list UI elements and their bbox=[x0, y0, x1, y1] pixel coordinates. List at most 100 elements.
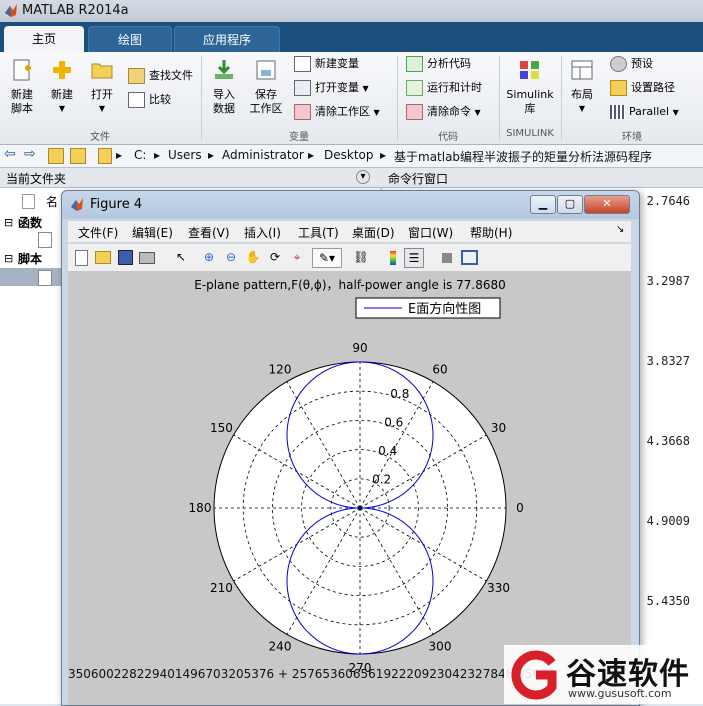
new-script-label: 新建 脚本 bbox=[11, 88, 33, 115]
selected-file-row[interactable] bbox=[0, 268, 62, 286]
chevron-down-icon: ▼ bbox=[58, 104, 66, 113]
tab-home[interactable]: 主页 bbox=[4, 26, 84, 52]
compare-button[interactable]: 比较 bbox=[128, 90, 171, 110]
up-folder-icon[interactable] bbox=[48, 148, 64, 164]
function-file-icon[interactable] bbox=[38, 232, 52, 248]
watermark: 谷速软件 www.gususoft.com bbox=[504, 645, 703, 704]
analyze-code-button[interactable]: 分析代码 bbox=[406, 54, 471, 74]
breadcrumb-administrator[interactable]: Administrator bbox=[222, 148, 304, 162]
group-label-simulink: SIMULINK bbox=[506, 128, 554, 139]
matlab-logo-icon bbox=[5, 4, 17, 17]
current-folder-header: 当前文件夹 bbox=[6, 172, 67, 186]
simulink-library-button[interactable]: Simulink 库 bbox=[504, 58, 556, 116]
breadcrumb-project-folder[interactable]: 基于matlab编程半波振子的矩量分析法源码程序 bbox=[394, 148, 652, 165]
legend-icon[interactable]: ☰ bbox=[404, 248, 424, 268]
link-plot-icon[interactable]: ⛓ bbox=[352, 248, 370, 266]
save-workspace-button[interactable]: 保存 工作区 bbox=[246, 58, 286, 116]
plus-icon bbox=[53, 61, 71, 79]
menu-window[interactable]: 窗口(W) bbox=[408, 224, 453, 241]
command-output-value: 4.3668 bbox=[646, 434, 690, 448]
forward-arrow-icon[interactable]: ⇨ bbox=[24, 146, 36, 162]
radial-tick-label: 0.2 bbox=[372, 472, 391, 486]
angle-tick-label: 60 bbox=[432, 362, 447, 376]
chevron-down-icon: ▼ bbox=[672, 108, 679, 117]
set-path-icon bbox=[610, 80, 627, 96]
clear-commands-button[interactable]: 清除命令 ▼ bbox=[406, 102, 481, 122]
menu-help[interactable]: 帮助(H) bbox=[470, 224, 512, 241]
import-data-button[interactable]: 导入 数据 bbox=[206, 58, 242, 116]
close-button[interactable]: ✕ bbox=[584, 195, 630, 214]
clear-workspace-icon bbox=[294, 104, 311, 120]
breadcrumb-desktop[interactable]: Desktop bbox=[324, 148, 374, 162]
polar-plot[interactable]: E-plane pattern,F(θ,ϕ)，half-power angle … bbox=[68, 271, 631, 675]
open-variable-icon bbox=[294, 80, 311, 96]
breadcrumb-drive[interactable]: C: bbox=[134, 148, 146, 162]
name-column-header[interactable]: 名 bbox=[46, 193, 58, 210]
find-files-button[interactable]: 查找文件 bbox=[128, 66, 193, 86]
menu-tools[interactable]: 工具(T) bbox=[298, 224, 339, 241]
back-arrow-icon[interactable]: ⇦ bbox=[4, 146, 16, 162]
maximize-icon: ▢ bbox=[564, 197, 576, 210]
folder-icon bbox=[91, 63, 113, 79]
maximize-button[interactable]: ▢ bbox=[557, 195, 583, 214]
find-files-icon bbox=[128, 68, 145, 84]
group-label-code: 代码 bbox=[438, 132, 458, 143]
pan-hand-icon[interactable]: ✋ bbox=[244, 248, 262, 266]
tab-apps[interactable]: 应用程序 bbox=[174, 26, 280, 53]
chevron-down-icon: ▼ bbox=[98, 104, 106, 113]
radial-tick-label: 0.8 bbox=[390, 387, 409, 401]
menu-file[interactable]: 文件(F) bbox=[78, 224, 118, 241]
save-icon[interactable] bbox=[116, 248, 134, 266]
collapse-icon[interactable]: ⊟ bbox=[4, 252, 13, 265]
data-cursor-icon[interactable]: ⌖ bbox=[288, 248, 306, 266]
breadcrumb-users[interactable]: Users bbox=[168, 148, 202, 162]
command-output-value: 3.8327 bbox=[646, 354, 690, 368]
new-figure-icon[interactable] bbox=[72, 248, 90, 266]
menu-insert[interactable]: 插入(I) bbox=[244, 224, 281, 241]
new-script-button[interactable]: 新建 脚本 bbox=[4, 58, 40, 116]
panel-menu-icon[interactable]: ▾ bbox=[356, 170, 370, 184]
collapse-icon[interactable]: ⊟ bbox=[4, 216, 13, 229]
print-icon[interactable] bbox=[138, 248, 156, 266]
clear-workspace-button[interactable]: 清除工作区 ▼ bbox=[294, 102, 380, 122]
show-plot-tools-icon[interactable] bbox=[460, 248, 478, 266]
new-button[interactable]: 新建 ▼ bbox=[44, 58, 80, 116]
menu-view[interactable]: 查看(V) bbox=[188, 224, 230, 241]
close-icon: ✕ bbox=[602, 197, 612, 210]
zoom-in-icon[interactable]: ⊕ bbox=[200, 248, 218, 266]
command-output-value: 5.4350 bbox=[646, 594, 690, 608]
angle-tick-label: 150 bbox=[210, 421, 233, 435]
run-and-time-button[interactable]: 运行和计时 bbox=[406, 78, 482, 98]
parallel-button[interactable]: Parallel ▼ bbox=[610, 102, 679, 122]
brand-logo-icon bbox=[511, 650, 557, 700]
chevron-down-icon: ▼ bbox=[474, 108, 481, 117]
open-button[interactable]: 打开 ▼ bbox=[84, 58, 120, 116]
open-variable-button[interactable]: 打开变量 ▼ bbox=[294, 78, 369, 98]
dock-arrow-icon[interactable]: ↘ bbox=[616, 224, 624, 235]
tab-plots[interactable]: 绘图 bbox=[88, 26, 172, 53]
hide-plot-tools-icon[interactable] bbox=[438, 248, 456, 266]
set-path-button[interactable]: 设置路径 bbox=[610, 78, 675, 98]
browse-folder-icon[interactable] bbox=[70, 148, 86, 164]
script-file-icon bbox=[38, 270, 52, 286]
simulink-library-label: Simulink 库 bbox=[506, 88, 554, 115]
angle-tick-label: 210 bbox=[210, 581, 233, 595]
colorbar-icon[interactable] bbox=[384, 248, 402, 266]
figure-canvas[interactable]: E-plane pattern,F(θ,ϕ)，half-power angle … bbox=[68, 271, 631, 675]
layout-button[interactable]: 布局 ▼ bbox=[566, 58, 598, 116]
pointer-icon[interactable]: ↖ bbox=[172, 248, 190, 266]
preferences-button[interactable]: 预设 bbox=[610, 54, 653, 74]
menu-edit[interactable]: 编辑(E) bbox=[132, 224, 173, 241]
open-file-icon[interactable] bbox=[94, 248, 112, 266]
layout-icon bbox=[571, 60, 593, 80]
new-variable-button[interactable]: 新建变量 bbox=[294, 54, 359, 74]
angle-tick-label: 300 bbox=[429, 640, 452, 654]
brush-icon[interactable]: ✎▾ bbox=[312, 248, 342, 268]
menu-desktop[interactable]: 桌面(D) bbox=[352, 224, 395, 241]
minimize-button[interactable]: ▁ bbox=[530, 195, 556, 214]
save-workspace-icon bbox=[256, 60, 276, 80]
chart-title: E-plane pattern,F(θ,ϕ)，half-power angle … bbox=[194, 278, 506, 292]
rotate-3d-icon[interactable]: ⟳ bbox=[266, 248, 284, 266]
zoom-out-icon[interactable]: ⊖ bbox=[222, 248, 240, 266]
ribbon-toolstrip: 新建 脚本 新建 ▼ 打开 ▼ 查找文件 比较 文件 导入 数据 保存 工作区 … bbox=[0, 52, 703, 145]
